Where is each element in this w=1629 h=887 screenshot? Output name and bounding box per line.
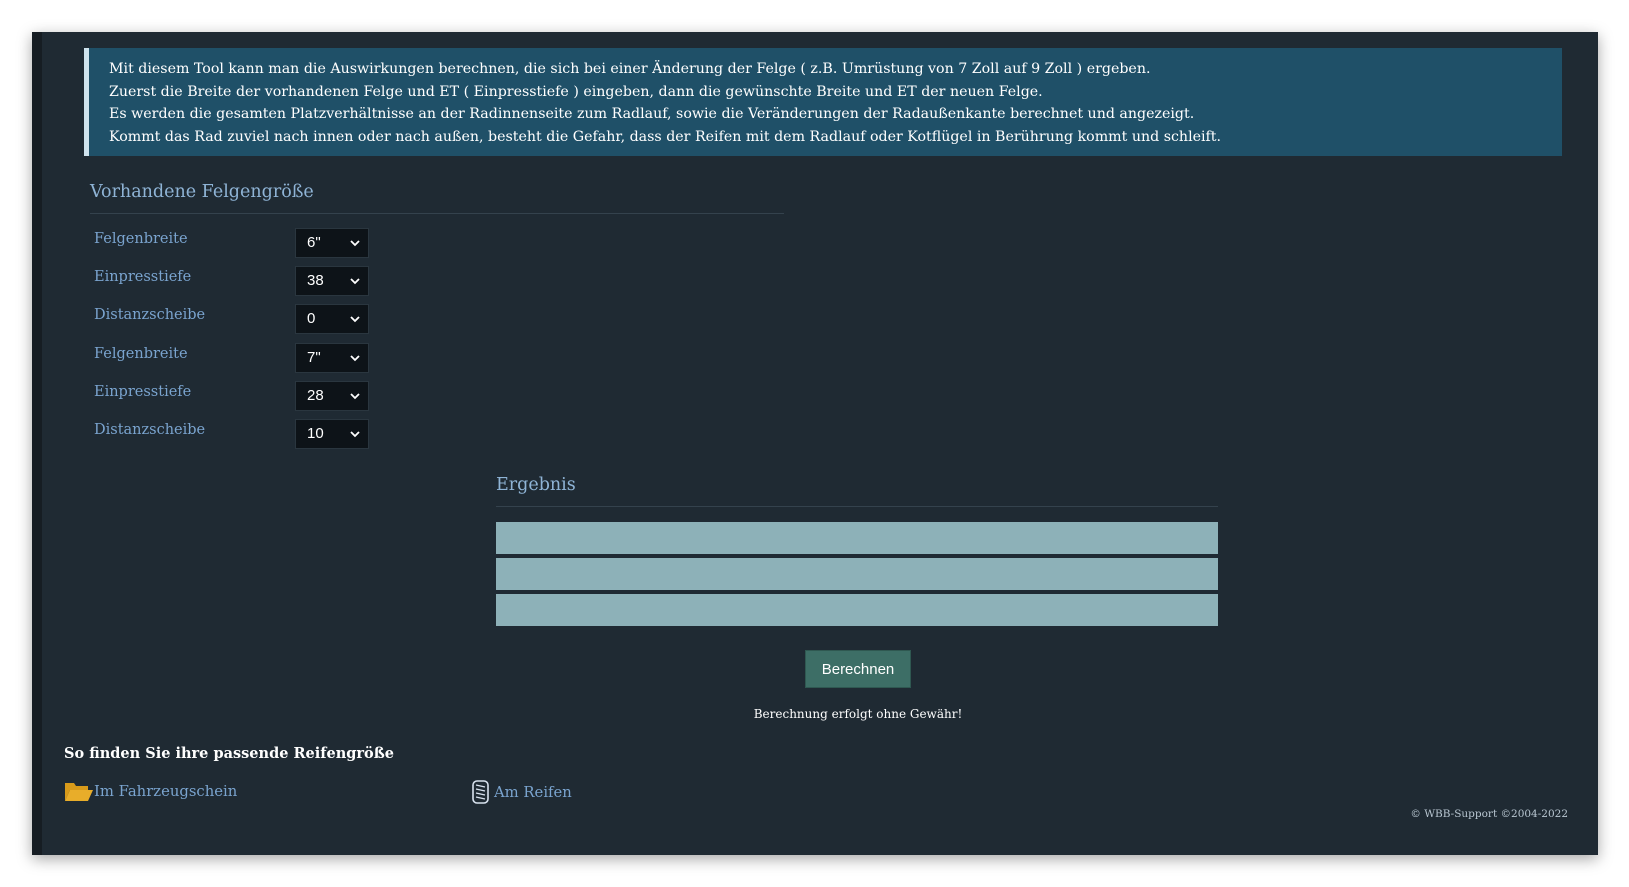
field-label-einpresstiefe-new: Einpresstiefe: [94, 384, 192, 400]
select-einpresstiefe-old[interactable]: 38: [295, 266, 369, 296]
select-value: 28: [307, 387, 324, 404]
result-field-3: [496, 594, 1218, 626]
select-value: 10: [307, 425, 324, 442]
chevron-down-icon: [350, 316, 360, 323]
result-field-2: [496, 558, 1218, 590]
chevron-down-icon: [350, 240, 360, 247]
folder-open-icon: [65, 783, 93, 801]
info-line-2: Zuerst die Breite der vorhandenen Felge …: [109, 83, 1043, 100]
result-section-title: Ergebnis: [496, 475, 576, 495]
info-line-3: Es werden die gesamten Platzverhältnisse…: [109, 106, 1195, 122]
info-box: Mit diesem Tool kann man die Auswirkunge…: [84, 48, 1562, 156]
copyright-text: © WBB-Support ©2004-2022: [1410, 808, 1568, 820]
select-value: 6": [307, 234, 321, 251]
link-label: Am Reifen: [494, 783, 572, 801]
chevron-down-icon: [350, 393, 360, 400]
field-label-felgenbreite-old: Felgenbreite: [94, 231, 188, 247]
link-fahrzeugschein[interactable]: Im Fahrzeugschein: [64, 780, 237, 802]
select-felgenbreite-new[interactable]: 7": [295, 343, 369, 373]
link-am-reifen[interactable]: Am Reifen: [472, 780, 572, 804]
result-field-1: [496, 522, 1218, 554]
chevron-down-icon: [350, 431, 360, 438]
chevron-down-icon: [350, 278, 360, 285]
field-label-distanzscheibe-old: Distanzscheibe: [94, 307, 206, 323]
frame-edge: [32, 32, 42, 855]
select-distanzscheibe-old[interactable]: 0: [295, 304, 369, 334]
info-line-4: Kommt das Rad zuviel nach innen oder nac…: [109, 128, 1221, 145]
form-divider: [90, 213, 784, 214]
select-value: 7": [307, 349, 321, 366]
tire-icon: [472, 780, 489, 804]
form-section-title: Vorhandene Felgengröße: [90, 182, 314, 202]
howto-heading: So finden Sie ihre passende Reifengröße: [64, 745, 394, 762]
field-label-einpresstiefe-old: Einpresstiefe: [94, 269, 192, 285]
app-frame: Mit diesem Tool kann man die Auswirkunge…: [32, 32, 1598, 855]
select-distanzscheibe-new[interactable]: 10: [295, 419, 369, 449]
disclaimer-text: Berechnung erfolgt ohne Gewähr!: [753, 707, 963, 721]
calculate-button[interactable]: Berechnen: [805, 650, 911, 688]
select-value: 38: [307, 272, 324, 289]
field-label-felgenbreite-new: Felgenbreite: [94, 346, 188, 362]
field-label-distanzscheibe-new: Distanzscheibe: [94, 422, 206, 438]
select-einpresstiefe-new[interactable]: 28: [295, 381, 369, 411]
select-value: 0: [307, 310, 316, 327]
select-felgenbreite-old[interactable]: 6": [295, 228, 369, 258]
result-divider: [496, 506, 1218, 507]
chevron-down-icon: [350, 355, 360, 362]
info-line-1: Mit diesem Tool kann man die Auswirkunge…: [109, 61, 1151, 77]
link-label: Im Fahrzeugschein: [94, 782, 238, 800]
